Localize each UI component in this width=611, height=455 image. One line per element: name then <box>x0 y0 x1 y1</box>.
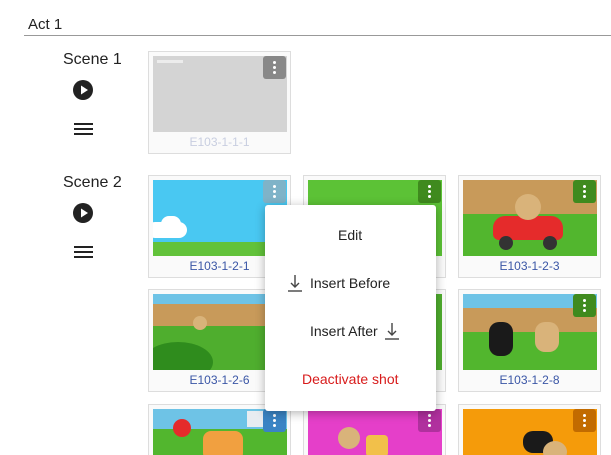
kebab-menu-icon[interactable] <box>573 180 596 203</box>
shot-card[interactable]: E103-1-2-3 <box>458 175 601 278</box>
shot-label[interactable]: E103-1-1-1 <box>149 135 290 149</box>
shot-card[interactable] <box>148 404 291 455</box>
act-header: Act 1 <box>24 0 611 36</box>
shot-context-menu: Edit Insert Before Insert After Deactiva… <box>265 205 436 411</box>
scene-1-title: Scene 1 <box>63 51 122 68</box>
shot-card[interactable] <box>458 404 601 455</box>
kebab-menu-icon[interactable] <box>418 180 441 203</box>
scene-2-title: Scene 2 <box>63 174 122 191</box>
menu-item-label: Insert After <box>310 323 378 339</box>
play-circle-icon[interactable] <box>73 203 93 223</box>
menu-item-label: Edit <box>338 227 363 243</box>
play-circle-icon[interactable] <box>73 80 93 100</box>
shot-label[interactable]: E103-1-2-3 <box>459 259 600 273</box>
menu-item-label: Insert Before <box>310 275 391 291</box>
hamburger-icon[interactable] <box>74 246 94 262</box>
kebab-menu-icon[interactable] <box>263 56 286 79</box>
shot-card[interactable]: E103-1-1-1 <box>148 51 291 154</box>
menu-item-edit[interactable]: Edit <box>265 211 436 259</box>
insert-down-icon <box>385 323 399 340</box>
shot-label[interactable]: E103-1-2-8 <box>459 373 600 387</box>
menu-item-label: Deactivate shot <box>302 371 399 387</box>
hamburger-icon[interactable] <box>74 123 94 139</box>
kebab-menu-icon[interactable] <box>418 409 441 432</box>
shot-card[interactable]: E103-1-2-8 <box>458 289 601 392</box>
kebab-menu-icon[interactable] <box>573 409 596 432</box>
menu-item-insert-before[interactable]: Insert Before <box>265 259 436 307</box>
kebab-menu-icon[interactable] <box>263 409 286 432</box>
menu-item-deactivate[interactable]: Deactivate shot <box>265 355 436 403</box>
menu-item-insert-after[interactable]: Insert After <box>265 307 436 355</box>
kebab-menu-icon[interactable] <box>263 180 286 203</box>
act-title: Act 1 <box>28 16 63 33</box>
insert-down-icon <box>288 275 302 292</box>
shot-card[interactable] <box>303 404 446 455</box>
kebab-menu-icon[interactable] <box>573 294 596 317</box>
